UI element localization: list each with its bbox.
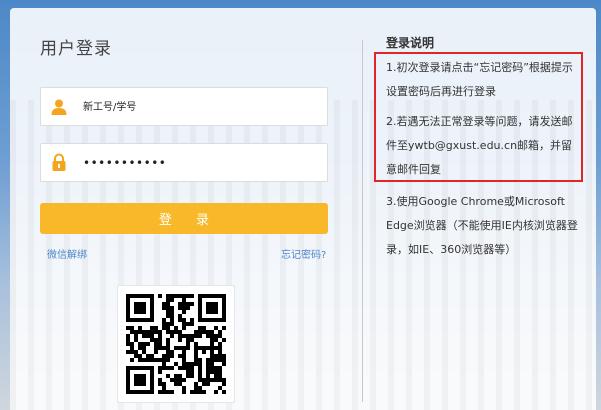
help-title: 登录说明 [386,36,435,50]
username-field [40,87,328,126]
lock-icon [41,144,77,181]
vertical-divider [362,40,363,402]
page-title: 用户登录 [40,39,112,59]
qr-code [117,285,235,403]
user-icon [41,88,77,125]
help-item-2: 2.若遇无法正常登录等问题，请发送邮件至ywtb@gxust.edu.cn邮箱，… [386,115,573,176]
password-input[interactable] [83,152,319,174]
wechat-unbind-link[interactable]: 微信解绑 [47,246,87,261]
login-button[interactable]: 登 录 [40,203,328,234]
help-item-3: 3.使用Google Chrome或Microsoft Edge浏览器（不能使用… [386,195,578,256]
password-field [40,143,328,182]
username-input[interactable] [83,96,319,118]
help-item-1: 1.初次登录请点击“忘记密码”根据提示设置密码后再进行登录 [386,61,573,98]
forgot-password-link[interactable]: 忘记密码? [281,246,326,261]
